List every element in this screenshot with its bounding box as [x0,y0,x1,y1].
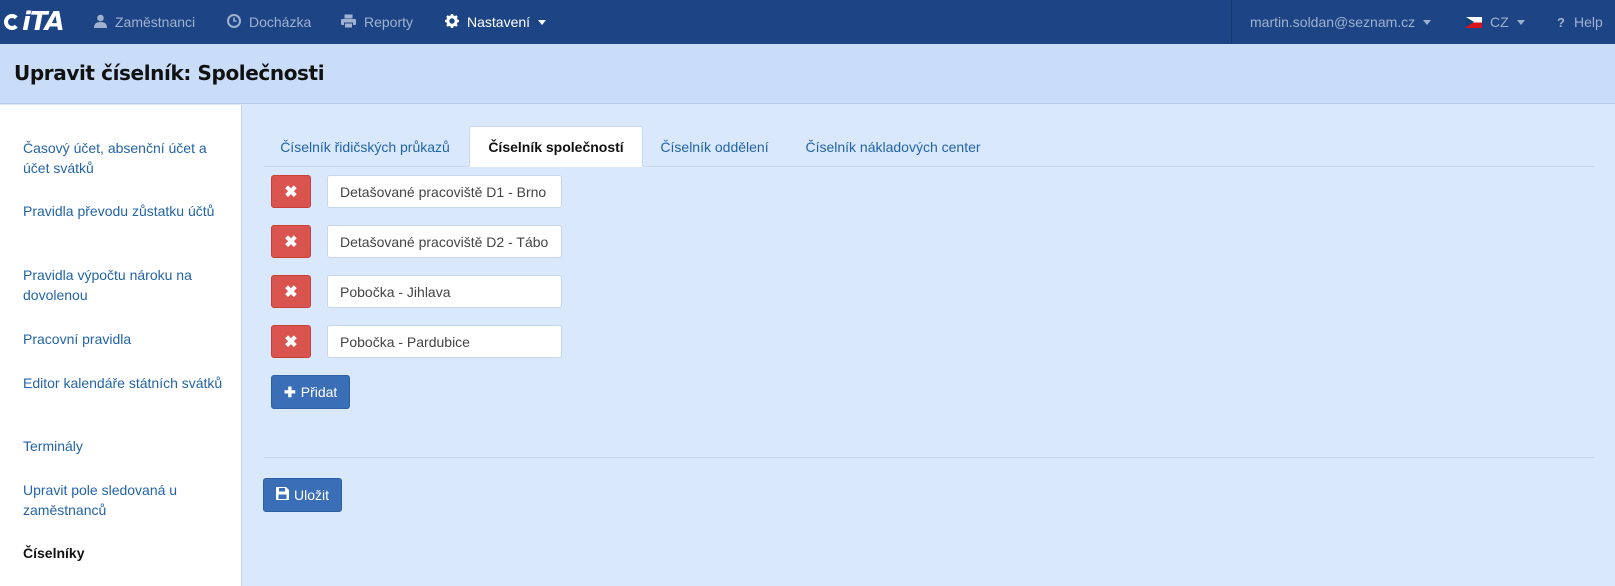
add-entry-label: Přidat [300,384,338,400]
app-logo[interactable]: iTA [4,6,65,38]
entry-input[interactable] [327,275,562,308]
user-email: martin.soldan@seznam.cz [1250,14,1416,30]
delete-entry-button[interactable]: ✖ [271,225,311,258]
sidebar-item-editor-kalendare[interactable]: Editor kalendáře státních svátků [23,373,223,393]
save-button[interactable]: Uložit [263,478,343,512]
nav-nastaveni-label: Nastavení [467,14,531,30]
czech-flag-icon [1466,16,1482,28]
nav-dochazka[interactable]: Docházka [227,0,311,44]
clock-icon [227,13,241,31]
user-menu[interactable]: martin.soldan@seznam.cz [1250,0,1432,44]
save-label: Uložit [294,487,330,503]
language-menu[interactable]: CZ [1466,0,1525,44]
nav-zamestnanci-label: Zaměstnanci [115,14,196,30]
language-label: CZ [1490,14,1509,30]
sidebar-item-upravit-pole[interactable]: Upravit pole sledovaná u zaměstnanců [23,480,223,520]
tab-spolecnosti[interactable]: Číselník společností [469,126,643,167]
chevron-down-icon [538,19,547,25]
entry-input[interactable] [327,325,562,358]
form-divider [264,457,1595,458]
logo-ring-icon [4,14,20,30]
logo-text: iTA [22,7,65,37]
question-icon: ? [1557,14,1565,30]
close-icon: ✖ [284,333,298,351]
close-icon: ✖ [284,233,298,251]
sidebar: Časový účet, absenční účet a účet svátků… [0,105,242,586]
sidebar-item-pravidla-vypoctu[interactable]: Pravidla výpočtu nároku na dovolenou [23,265,223,305]
chevron-down-icon [1423,19,1432,25]
delete-entry-button[interactable]: ✖ [271,175,311,208]
sidebar-item-ciselniky[interactable]: Číselníky [23,543,223,563]
delete-entry-button[interactable]: ✖ [271,275,311,308]
navbar-divider [1231,0,1232,44]
nav-reporty[interactable]: Reporty [341,0,413,44]
print-icon [341,14,356,31]
nav-reporty-label: Reporty [364,14,414,30]
add-entry-button[interactable]: ✚ Přidat [271,375,351,409]
help-link[interactable]: ? Help [1557,0,1603,44]
floppy-disk-icon [276,487,289,503]
close-icon: ✖ [284,283,298,301]
nav-zamestnanci[interactable]: Zaměstnanci [94,0,195,44]
close-icon: ✖ [284,183,298,201]
plus-icon: ✚ [284,383,296,400]
sidebar-item-pracovni-pravidla[interactable]: Pracovní pravidla [23,329,223,349]
page-title: Upravit číselník: Společnosti [14,61,325,85]
delete-entry-button[interactable]: ✖ [271,325,311,358]
tab-nakladova-centra[interactable]: Číselník nákladových center [796,126,990,167]
sidebar-item-terminaly[interactable]: Terminály [23,436,223,456]
sidebar-item-pravidla-prevodu[interactable]: Pravidla převodu zůstatku účtů [23,201,223,221]
chevron-down-icon [1516,19,1525,25]
user-icon [94,14,107,31]
entry-input[interactable] [327,225,562,258]
help-label: Help [1573,14,1603,30]
top-navbar: iTA Zaměstnanci Docházka Reporty Nastave… [0,0,1615,44]
sidebar-item-casovy-ucet[interactable]: Časový účet, absenční účet a účet svátků [23,138,223,178]
nav-nastaveni[interactable]: Nastavení [445,0,547,44]
entry-input[interactable] [327,175,562,208]
tab-ridicske-prukazy[interactable]: Číselník řidičských průkazů [272,126,458,167]
nav-dochazka-label: Docházka [249,14,312,30]
gear-icon [445,13,459,31]
tab-oddeleni[interactable]: Číselník oddělení [652,126,777,167]
